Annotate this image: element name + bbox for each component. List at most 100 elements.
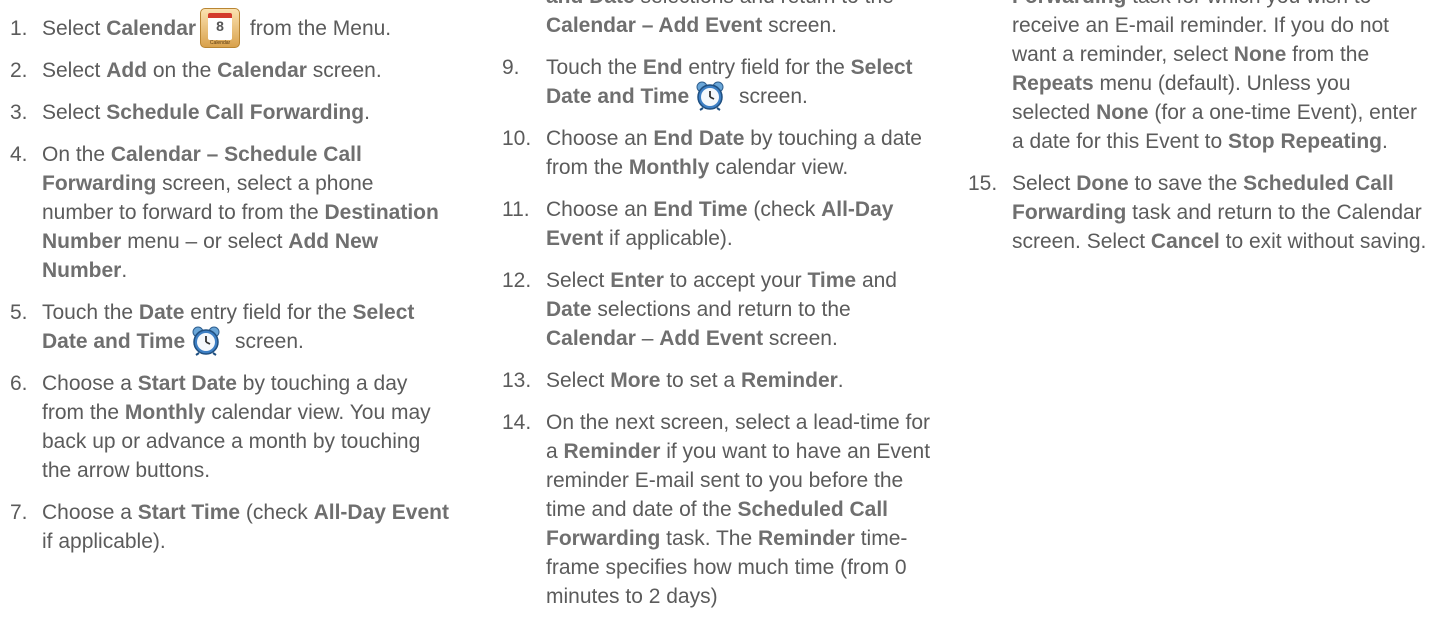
- step-item: and Date selections and return to the Ca…: [502, 0, 942, 40]
- instructions-column-3: Forwarding task for which you wish to re…: [968, 0, 1428, 269]
- step-number: 6.: [10, 372, 28, 395]
- step-text: on the: [147, 59, 218, 82]
- step-keyword: Calendar: [106, 17, 197, 40]
- step-keyword: Add: [106, 59, 148, 82]
- step-keyword: Monthly: [124, 401, 206, 424]
- step-item: 3. Select Schedule Call Forwarding.: [10, 98, 450, 127]
- step-text: selections and return to the: [635, 0, 894, 8]
- step-text: .: [837, 369, 844, 392]
- step-item: 6. Choose a Start Date by touching a day …: [10, 369, 450, 485]
- step-item: 13. Select More to set a Reminder.: [502, 366, 942, 395]
- step-item: 7. Choose a Start Time (check All-Day Eve…: [10, 498, 450, 556]
- step-item: 4. On the Calendar – Schedule Call Forwar…: [10, 140, 450, 285]
- alarm-clock-icon: [695, 81, 725, 112]
- step-list: 1. Select Calendar 8 Calendar from the Menu…: [10, 8, 450, 556]
- step-text: .: [364, 101, 370, 124]
- step-text: Select: [42, 59, 107, 82]
- step-keyword: Reminder: [740, 369, 838, 392]
- step-text: from the Menu.: [244, 17, 392, 40]
- step-keyword: Enter: [610, 269, 664, 292]
- step-item: 12. Select Enter to accept your Time and …: [502, 266, 942, 353]
- step-text: Choose an: [546, 127, 654, 150]
- step-number: 1.: [10, 17, 28, 40]
- step-keyword: Calendar – Add Event: [546, 14, 763, 37]
- step-text: screen.: [229, 330, 304, 353]
- step-text: On the: [42, 143, 111, 166]
- step-text: entry field for the: [184, 301, 353, 324]
- step-text: (check: [747, 198, 822, 221]
- step-text: Select: [1012, 172, 1077, 195]
- calendar-icon-day: 8: [216, 18, 224, 35]
- step-keyword: End: [642, 56, 683, 79]
- step-text: Choose a: [42, 372, 138, 395]
- step-item: 11. Choose an End Time (check All-Day Eve…: [502, 195, 942, 253]
- step-text: selections and return to the: [591, 298, 851, 321]
- step-number: 11.: [502, 198, 530, 221]
- step-text: .: [121, 259, 128, 282]
- step-text: entry field for the: [682, 56, 851, 79]
- step-number: 14.: [502, 411, 532, 434]
- step-keyword: Reminder: [563, 440, 661, 463]
- step-keyword: None: [1096, 101, 1149, 124]
- step-list: and Date selections and return to the Ca…: [502, 0, 942, 611]
- step-number: 3.: [10, 101, 28, 124]
- step-number: 7.: [10, 501, 28, 524]
- step-keyword: Stop Repeating: [1227, 130, 1382, 153]
- step-keyword: Repeats: [1012, 72, 1094, 95]
- step-text: Choose an: [546, 198, 654, 221]
- step-text: to save the: [1128, 172, 1244, 195]
- step-item: Forwarding task for which you wish to re…: [968, 0, 1428, 156]
- step-number: 10.: [502, 127, 532, 150]
- step-text: (check: [240, 501, 314, 524]
- calendar-icon-caption: Calendar: [209, 40, 231, 47]
- step-keyword: End Date: [653, 127, 745, 150]
- step-keyword: Date: [138, 301, 185, 324]
- step-text: screen.: [763, 327, 838, 350]
- step-keyword: Calendar: [546, 327, 636, 350]
- instructions-column-2: and Date selections and return to the Ca…: [502, 0, 942, 624]
- calendar-icon: 8 Calendar: [200, 8, 241, 49]
- step-keyword: All-Day Event: [313, 501, 449, 524]
- step-text: to accept your: [663, 269, 808, 292]
- step-text: Choose a: [42, 501, 138, 524]
- step-number: 15.: [968, 172, 998, 195]
- step-number: 9.: [502, 56, 520, 79]
- step-text: Select: [546, 269, 611, 292]
- step-keyword: Calendar: [217, 59, 307, 82]
- step-text: calendar view.: [709, 156, 849, 179]
- instructions-column-1: 1. Select Calendar 8 Calendar from the Menu…: [10, 8, 450, 569]
- step-text: to set a: [660, 369, 741, 392]
- step-text: –: [635, 327, 660, 350]
- step-text: .: [1381, 130, 1388, 153]
- step-text: screen.: [762, 14, 837, 37]
- step-text: menu – or select: [121, 230, 289, 253]
- step-item: 2. Select Add on the Calendar screen.: [10, 56, 450, 85]
- step-keyword: and Date: [546, 0, 635, 8]
- step-text: to exit without saving.: [1219, 230, 1427, 253]
- step-item: 15. Select Done to save the Scheduled Cal…: [968, 169, 1428, 256]
- step-text: screen.: [733, 85, 808, 108]
- step-text: from the: [1286, 43, 1370, 66]
- step-keyword: Done: [1076, 172, 1129, 195]
- step-text: if applicable).: [603, 227, 733, 250]
- step-keyword: Add Event: [659, 327, 764, 350]
- step-keyword: Reminder: [758, 527, 855, 550]
- step-item: 1. Select Calendar 8 Calendar from the Menu…: [10, 8, 450, 49]
- step-keyword: None: [1233, 43, 1287, 66]
- alarm-clock-icon: [191, 326, 221, 357]
- step-keyword: End Time: [653, 198, 748, 221]
- step-keyword: Cancel: [1150, 230, 1220, 253]
- step-text: Touch the: [42, 301, 139, 324]
- step-item: 5. Touch the Date entry field for the Sel…: [10, 298, 450, 357]
- step-number: 13.: [502, 369, 532, 392]
- step-text: Select: [546, 369, 611, 392]
- step-number: 4.: [10, 143, 28, 166]
- step-keyword: More: [610, 369, 661, 392]
- step-item: 9. Touch the End entry field for the Sele…: [502, 53, 942, 112]
- step-keyword: Forwarding: [1012, 0, 1126, 8]
- step-text: Select: [42, 17, 107, 40]
- step-item: 10. Choose an End Date by touching a date…: [502, 124, 942, 182]
- step-text: if applicable).: [42, 530, 166, 553]
- step-text: screen.: [306, 59, 382, 82]
- step-keyword: Schedule Call Forwarding: [106, 101, 365, 124]
